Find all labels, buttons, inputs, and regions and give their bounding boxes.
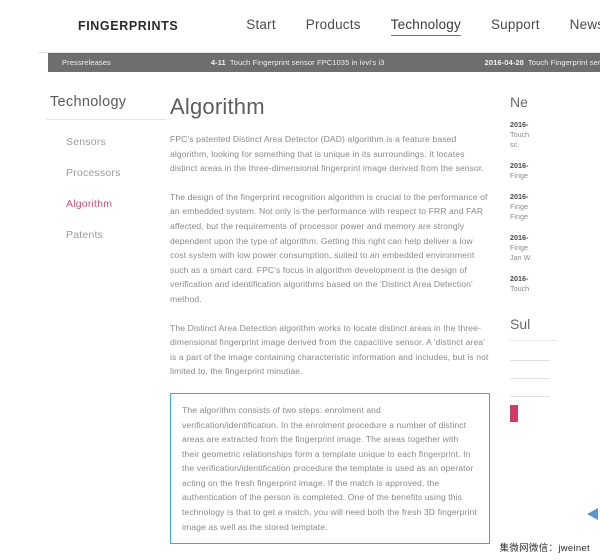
news-date: 2016-: [510, 161, 529, 170]
highlighted-callout-box: The algorithm consists of two steps: enr…: [170, 392, 490, 545]
nav-item-support[interactable]: Support: [491, 17, 540, 35]
subscribe-divider: [510, 340, 556, 341]
ticker-item-2-text: Touch Fingerprint sensor FPC1: [527, 58, 600, 67]
list-item[interactable]: 2016- Finge Finge: [510, 192, 600, 222]
subscribe-email-input[interactable]: [510, 369, 550, 379]
watermark-text: 集微网微信：jweinet: [499, 543, 590, 554]
ticker-item-1[interactable]: 4-11 Touch Fingerprint sensor FPC1035 in…: [197, 53, 399, 72]
paragraph-intro: FPC's patented Distinct Area Detector (D…: [170, 134, 484, 174]
page-title: Algorithm: [170, 94, 265, 119]
list-item[interactable]: 2016- Finge: [510, 161, 600, 181]
main-content: Algorithm FPC's patented Distinct Area D…: [170, 94, 500, 545]
sidebar-divider: [46, 119, 166, 120]
main-navigation: Start Products Technology Support News: [246, 17, 600, 36]
site-logo[interactable]: FINGERPRINTS: [78, 19, 178, 33]
nav-item-technology[interactable]: Technology: [390, 17, 461, 36]
site-header: FINGERPRINTS Start Products Technology S…: [0, 0, 600, 52]
paragraph-detection: The Distinct Area Detection algorithm wo…: [170, 322, 489, 377]
subscribe-name-input[interactable]: [510, 351, 550, 361]
list-item[interactable]: 2016- Touch: [510, 274, 600, 294]
ticker-bar: Pressreleases 4-11 Touch Fingerprint sen…: [0, 52, 600, 72]
news-text-line1: Finge: [510, 171, 528, 180]
news-text-line2: sc.: [510, 140, 520, 149]
news-date: 2016-: [510, 192, 529, 201]
news-heading: Ne: [510, 94, 528, 110]
ticker-item-1-date: 4-11: [210, 58, 226, 67]
subscribe-submit-button[interactable]: [510, 405, 518, 422]
sidebar-nav: Sensors Processors Algorithm Patents: [44, 136, 170, 241]
news-text-line1: Finge: [510, 243, 528, 252]
ticker-label[interactable]: Pressreleases: [48, 53, 125, 72]
sidebar-item-algorithm[interactable]: Algorithm: [66, 198, 170, 210]
news-text-line1: Finge: [510, 202, 528, 211]
ticker-item-2-date: 2016-04-28: [484, 58, 524, 67]
cursor-arrow-icon: [587, 508, 598, 520]
news-date: 2016-: [510, 274, 529, 283]
nav-item-products[interactable]: Products: [306, 17, 361, 35]
sidebar-item-patents[interactable]: Patents: [66, 229, 170, 241]
paragraph-design: The design of the fingerprint recognitio…: [170, 191, 488, 304]
nav-item-news[interactable]: News: [570, 17, 600, 35]
right-sidebar: Ne 2016- Touch sc. 2016- Finge 2016- Fin…: [500, 94, 600, 544]
list-item[interactable]: 2016- Touch sc.: [510, 120, 600, 150]
ticker-item-2[interactable]: 2016-04-28 Touch Fingerprint sensor FPC1: [471, 53, 600, 72]
news-date: 2016-: [510, 120, 529, 129]
subscribe-heading: Sul: [510, 316, 531, 332]
news-text-line2: Jan W: [510, 253, 531, 262]
sidebar-item-processors[interactable]: Processors: [66, 167, 170, 179]
list-item[interactable]: 2016- Finge Jan W: [510, 233, 600, 263]
news-text-line1: Touch: [510, 130, 530, 139]
subscribe-extra-input[interactable]: [510, 387, 550, 397]
ticker-strip[interactable]: Pressreleases 4-11 Touch Fingerprint sen…: [48, 53, 600, 72]
nav-item-start[interactable]: Start: [246, 17, 276, 35]
sidebar-item-sensors[interactable]: Sensors: [66, 136, 170, 148]
news-date: 2016-: [510, 233, 529, 242]
news-text-line1: Touch: [510, 284, 530, 293]
news-text-line2: Finge: [510, 212, 528, 221]
ticker-item-1-text: Touch Fingerprint sensor FPC1035 in ivvi…: [229, 58, 385, 67]
paragraph-highlighted: The algorithm consists of two steps: enr…: [182, 404, 477, 532]
left-sidebar: Technology Sensors Processors Algorithm …: [0, 94, 170, 544]
page-body: Technology Sensors Processors Algorithm …: [0, 72, 600, 545]
sidebar-title: Technology: [50, 94, 127, 110]
